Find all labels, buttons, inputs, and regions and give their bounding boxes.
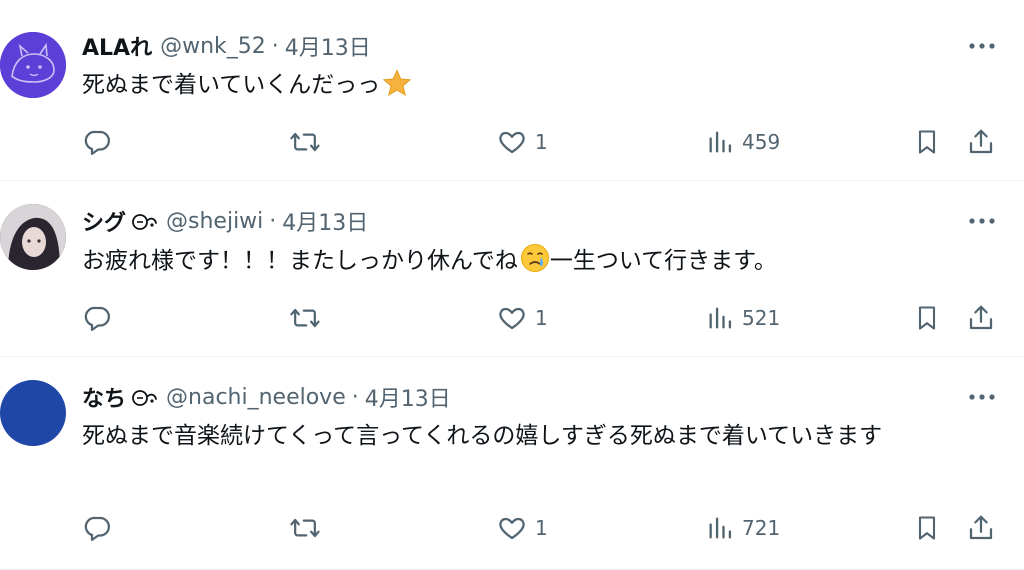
tweet-3[interactable]: なち @nachi_neelove · 4月13日 死ぬまで音楽続けてくって言っ… — [0, 357, 1024, 570]
heart-icon — [499, 517, 525, 540]
reply-button[interactable] — [82, 512, 112, 544]
tweet-text-after-emoji: 一生ついて行きます。 — [549, 248, 777, 274]
reply-icon — [84, 306, 110, 331]
heart-icon — [499, 131, 525, 154]
display-name[interactable]: ALAれ — [82, 30, 152, 62]
separator-dot: · — [351, 384, 359, 410]
tweet-text: お疲れ様です！！！またしっかり休んでね 一生ついて行きます。 — [82, 243, 987, 283]
avatar[interactable] — [0, 32, 66, 98]
like-count: 1 — [535, 516, 548, 540]
share-icon — [969, 129, 993, 154]
tweet-2[interactable]: シグ @shejiwi · 4月13日 お疲れ様です！！！またしっかり休んでね 一… — [0, 181, 1024, 357]
more-options-button[interactable] — [966, 36, 998, 56]
bookmark-button[interactable] — [913, 512, 941, 544]
bookmark-button[interactable] — [913, 126, 941, 158]
views-button[interactable]: 521 — [706, 302, 780, 334]
tweet-header: シグ @shejiwi · 4月13日 — [82, 205, 368, 237]
share-button[interactable] — [966, 512, 996, 544]
tweet-text: 死ぬまで着いていくんだっっ — [82, 68, 987, 107]
reply-button[interactable] — [82, 126, 112, 158]
tweet-1[interactable]: ALAれ @wnk_52 · 4月13日 死ぬまで着いていくんだっっ 1 459 — [0, 0, 1024, 181]
share-icon — [969, 305, 993, 330]
tweet-actions: 1 459 — [0, 126, 1024, 158]
post-date[interactable]: 4月13日 — [285, 30, 371, 62]
bookmark-icon — [918, 516, 936, 540]
crying-face-emoji-icon — [520, 243, 550, 283]
like-count: 1 — [535, 306, 548, 330]
more-icon — [969, 218, 995, 224]
avatar[interactable] — [0, 204, 66, 270]
tweet-text-before-emoji: お疲れ様です！！！またしっかり休んでね — [82, 248, 518, 274]
bookmark-icon — [918, 130, 936, 154]
post-date[interactable]: 4月13日 — [365, 381, 451, 413]
views-icon — [709, 307, 732, 329]
view-count: 459 — [742, 130, 781, 154]
views-icon — [709, 517, 732, 539]
reply-icon — [84, 516, 110, 541]
star-emoji-icon — [382, 69, 412, 107]
tweet-text-content: 死ぬまで着いていくんだっっ — [82, 72, 381, 98]
tweet-header: なち @nachi_neelove · 4月13日 — [82, 381, 451, 413]
avatar[interactable] — [0, 380, 66, 446]
view-count: 721 — [742, 516, 781, 540]
retweet-button[interactable] — [289, 302, 321, 334]
post-date[interactable]: 4月13日 — [282, 205, 368, 237]
retweet-button[interactable] — [289, 512, 321, 544]
heart-icon — [499, 307, 525, 330]
like-button[interactable]: 1 — [497, 512, 548, 544]
views-icon — [709, 131, 732, 153]
reply-icon — [84, 130, 110, 155]
view-count: 521 — [742, 306, 781, 330]
tweet-text-content: 死ぬまで音楽続けてくって言ってくれるの嬉しすぎる死ぬまで着いていきます — [82, 423, 883, 449]
like-button[interactable]: 1 — [497, 302, 548, 334]
retweet-icon — [290, 132, 320, 152]
reply-button[interactable] — [82, 302, 112, 334]
views-button[interactable]: 721 — [706, 512, 780, 544]
cat-doodle-icon — [0, 32, 66, 98]
share-button[interactable] — [966, 302, 996, 334]
more-options-button[interactable] — [966, 211, 998, 231]
retweet-icon — [290, 518, 320, 538]
user-handle[interactable]: @wnk_52 — [160, 34, 266, 59]
more-icon — [969, 43, 995, 49]
bookmark-icon — [918, 306, 936, 330]
like-button[interactable]: 1 — [497, 126, 548, 158]
retweet-icon — [290, 308, 320, 328]
tweet-actions: 1 521 — [0, 302, 1024, 334]
display-name[interactable]: シグ — [82, 205, 126, 237]
share-icon — [969, 515, 993, 540]
bookmark-button[interactable] — [913, 302, 941, 334]
user-handle[interactable]: @shejiwi — [166, 209, 263, 234]
display-name[interactable]: なち — [82, 381, 126, 413]
more-icon — [969, 394, 995, 400]
more-options-button[interactable] — [966, 387, 998, 407]
separator-dot: · — [269, 208, 277, 234]
custom-badge-icon — [130, 387, 160, 407]
separator-dot: · — [271, 33, 279, 59]
like-count: 1 — [535, 130, 548, 154]
tweet-header: ALAれ @wnk_52 · 4月13日 — [82, 30, 371, 62]
tweet-actions: 1 721 — [0, 512, 1024, 544]
tweet-text: 死ぬまで音楽続けてくって言ってくれるの嬉しすぎる死ぬまで着いていきます — [82, 419, 987, 453]
views-button[interactable]: 459 — [706, 126, 780, 158]
custom-badge-icon — [130, 211, 160, 231]
user-handle[interactable]: @nachi_neelove — [166, 385, 346, 410]
retweet-button[interactable] — [289, 126, 321, 158]
share-button[interactable] — [966, 126, 996, 158]
portrait-avatar-icon — [0, 204, 66, 270]
